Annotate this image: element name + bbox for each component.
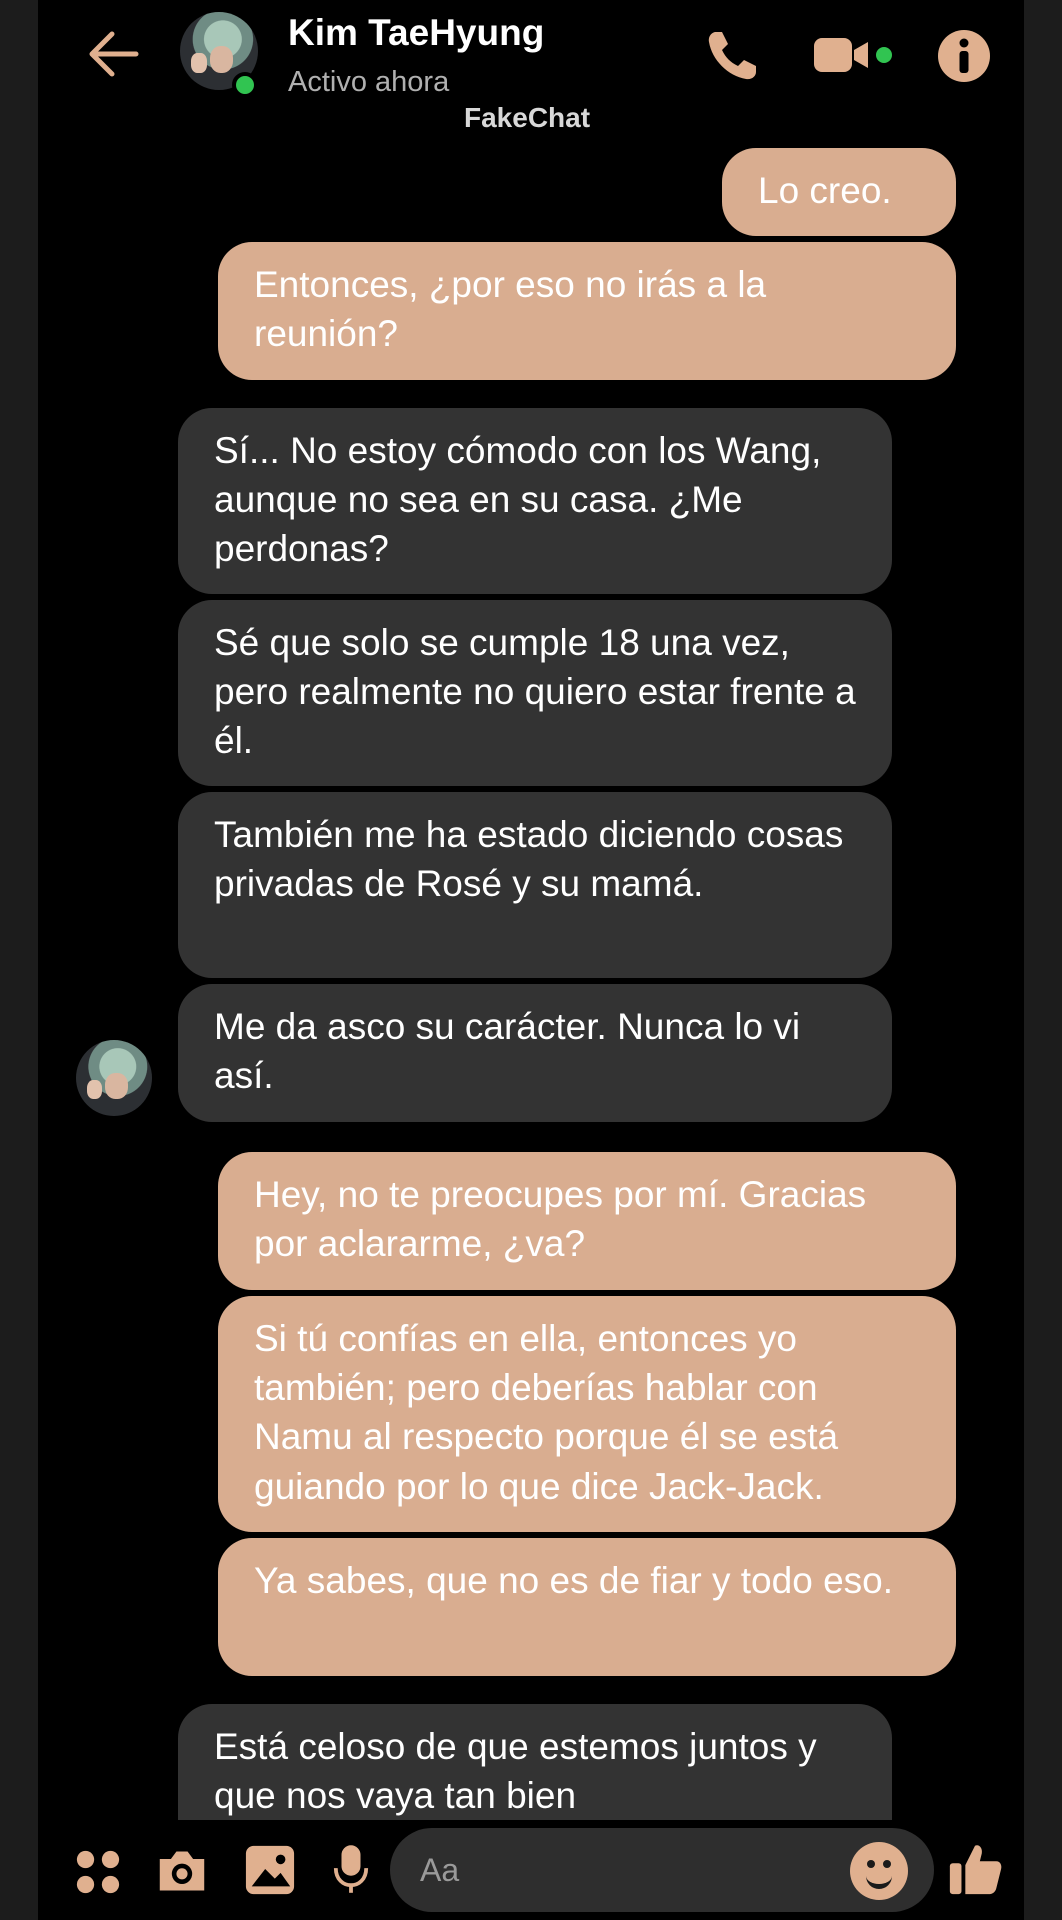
microphone-icon[interactable] <box>332 1842 370 1898</box>
apps-grid-icon[interactable] <box>74 1848 122 1896</box>
phone-icon[interactable] <box>702 26 762 86</box>
info-icon[interactable] <box>936 28 992 84</box>
online-status-dot <box>232 72 258 98</box>
message-bubble-incoming[interactable]: Me da asco su carácter. Nunca lo vi así. <box>178 984 892 1122</box>
contact-avatar-small[interactable] <box>76 1040 152 1116</box>
camera-icon[interactable] <box>154 1846 210 1896</box>
emoji-icon[interactable] <box>850 1842 908 1900</box>
watermark: FakeChat <box>464 102 591 133</box>
chat-header: Kim TaeHyung Activo ahora FakeChat <box>38 0 1024 133</box>
contact-name[interactable]: Kim TaeHyung <box>288 12 544 54</box>
message-bubble-outgoing[interactable]: Si tú confías en ella, entonces yo tambi… <box>218 1296 956 1532</box>
message-bubble-incoming[interactable]: Sí... No estoy cómodo con los Wang, aunq… <box>178 408 892 594</box>
message-bubble-outgoing[interactable]: Entonces, ¿por eso no irás a la reunión? <box>218 242 956 380</box>
message-bubble-outgoing[interactable]: Hey, no te preocupes por mí. Gracias por… <box>218 1152 956 1290</box>
back-arrow-icon[interactable] <box>82 26 142 82</box>
video-camera-icon[interactable] <box>812 32 896 78</box>
message-bubble-incoming[interactable]: Sé que solo se cumple 18 una vez, pero r… <box>178 600 892 786</box>
gallery-icon[interactable] <box>244 1844 296 1896</box>
message-bubble-outgoing[interactable]: Lo creo. <box>722 148 956 236</box>
message-composer: Aa <box>38 1820 1024 1920</box>
message-bubble-incoming[interactable]: También me ha estado diciendo cosas priv… <box>178 792 892 978</box>
message-bubble-outgoing[interactable]: Ya sabes, que no es de fiar y todo eso. <box>218 1538 956 1676</box>
thumbs-up-icon[interactable] <box>946 1840 1004 1898</box>
active-status: Activo ahora <box>288 66 450 98</box>
chat-screen: Kim TaeHyung Activo ahora FakeChat Lo cr… <box>38 0 1024 1920</box>
